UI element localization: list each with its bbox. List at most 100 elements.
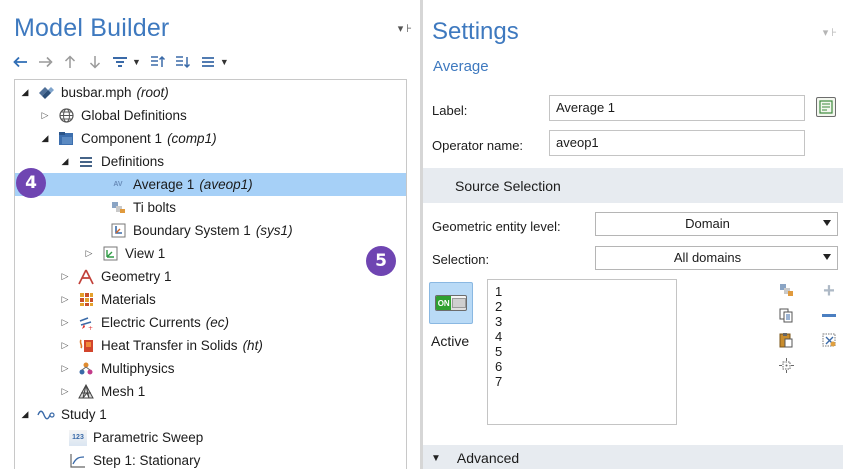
materials-icon <box>77 292 95 308</box>
expand-arrow-icon[interactable]: ▷ <box>59 363 71 374</box>
callout-badge-4: 4 <box>16 168 46 198</box>
collapse-arrow-icon[interactable]: ◢ <box>19 87 31 98</box>
copy-selection-icon[interactable] <box>778 307 794 323</box>
list-item[interactable]: 6 <box>495 359 676 374</box>
forward-arrow-icon[interactable] <box>37 53 53 71</box>
expand-all-icon[interactable] <box>150 53 166 71</box>
zoom-to-selection-icon[interactable] <box>778 357 794 373</box>
tree-node-label: Definitions <box>101 154 165 169</box>
root-icon <box>37 85 55 101</box>
expand-arrow-icon[interactable]: ▷ <box>59 386 71 397</box>
clear-selection-icon[interactable] <box>821 332 837 348</box>
geometry-icon <box>77 269 95 285</box>
callout-badge-5: 5 <box>366 246 396 276</box>
active-toggle-button[interactable]: ON <box>429 282 473 324</box>
on-switch-text: ON <box>436 296 452 310</box>
section-title: Advanced <box>456 450 520 466</box>
selection-list[interactable]: 1 2 3 4 5 6 7 <box>487 279 677 425</box>
list-item[interactable]: 5 <box>495 344 676 359</box>
view-options-icon[interactable] <box>200 53 216 71</box>
collapse-arrow-icon[interactable]: ◢ <box>59 156 71 167</box>
selection-select[interactable]: All domains <box>595 246 838 270</box>
active-label: Active <box>431 333 470 349</box>
tree-node-view-1[interactable]: ▷ View 1 <box>15 242 406 265</box>
label-field-input[interactable]: Average 1 <box>549 95 805 121</box>
tree-node-label: Mesh 1 <box>101 384 146 399</box>
collapse-arrow-icon[interactable]: ◢ <box>19 409 31 420</box>
back-arrow-icon[interactable] <box>12 53 28 71</box>
tree-node-component[interactable]: ◢ Component 1 (comp1) <box>15 127 406 150</box>
list-item[interactable]: 2 <box>495 299 676 314</box>
svg-text:+: + <box>88 325 93 331</box>
move-down-icon[interactable] <box>87 53 103 71</box>
expand-arrow-icon[interactable]: ▷ <box>59 271 71 282</box>
tree-node-materials[interactable]: ▷ Materials <box>15 288 406 311</box>
operator-name-input[interactable]: aveop1 <box>549 130 805 156</box>
list-item[interactable]: 7 <box>495 374 676 389</box>
tree-node-mesh[interactable]: ▷ Mesh 1 <box>15 380 406 403</box>
chevron-down-icon <box>823 254 831 260</box>
tree-node-label: busbar.mph <box>61 85 132 100</box>
expand-arrow-icon[interactable]: ▷ <box>59 317 71 328</box>
tree-node-geometry[interactable]: ▷ Geometry 1 <box>15 265 406 288</box>
model-tree: ◢ busbar.mph (root) ▷ Global Definitions… <box>14 79 407 469</box>
move-up-icon[interactable] <box>62 53 78 71</box>
list-item[interactable]: 1 <box>495 284 676 299</box>
create-selection-icon[interactable] <box>778 282 794 298</box>
paste-selection-icon[interactable] <box>778 332 794 348</box>
show-dropdown-arrow-icon[interactable]: ▼ <box>132 57 141 67</box>
tree-node-multiphysics[interactable]: ▷ Multiphysics <box>15 357 406 380</box>
edit-label-icon[interactable] <box>816 97 836 117</box>
section-title: Source Selection <box>455 177 561 194</box>
tree-node-global-definitions[interactable]: ▷ Global Definitions <box>15 104 406 127</box>
entity-level-select[interactable]: Domain <box>595 212 838 236</box>
list-item[interactable]: 4 <box>495 329 676 344</box>
tree-node-root[interactable]: ◢ busbar.mph (root) <box>15 81 406 104</box>
show-icon[interactable] <box>112 53 128 71</box>
list-item[interactable]: 3 <box>495 314 676 329</box>
settings-title: Settings <box>432 18 519 45</box>
view-icon <box>101 246 119 262</box>
entity-level-label: Geometric entity level: <box>432 219 561 234</box>
expand-arrow-icon[interactable]: ▷ <box>39 110 51 121</box>
tree-node-heat-transfer[interactable]: ▷ Heat Transfer in Solids (ht) <box>15 334 406 357</box>
pane-pin-icon[interactable]: ▾ ⊦ <box>823 26 837 39</box>
tree-node-boundary-system[interactable]: Boundary System 1 (sys1) <box>15 219 406 242</box>
add-to-selection-icon[interactable]: + <box>821 280 837 302</box>
tree-node-label: Geometry 1 <box>101 269 172 284</box>
tree-node-definitions[interactable]: ◢ Definitions <box>15 150 406 173</box>
electric-currents-icon: + <box>77 315 95 331</box>
view-dropdown-arrow-icon[interactable]: ▼ <box>220 57 229 67</box>
tree-node-study[interactable]: ◢ Study 1 <box>15 403 406 426</box>
tree-node-tag: (root) <box>136 85 169 100</box>
tree-node-label: Boundary System 1 <box>133 223 251 238</box>
tree-node-label: Component 1 <box>81 131 163 146</box>
tree-node-tag: (sys1) <box>255 223 293 238</box>
tree-node-step-stationary[interactable]: Step 1: Stationary <box>15 449 406 469</box>
study-icon <box>37 407 55 423</box>
remove-from-selection-icon[interactable] <box>821 308 837 324</box>
tree-node-tag: (comp1) <box>167 131 217 146</box>
tree-node-label: Multiphysics <box>101 361 175 376</box>
pane-pin-icon[interactable]: ▾ ⊦ <box>398 22 412 35</box>
advanced-section-header[interactable]: ▼ Advanced <box>423 445 843 469</box>
model-builder-toolbar: ▼ ▼ <box>12 52 229 72</box>
tree-node-average-1[interactable]: AV Average 1 (aveop1) <box>15 173 406 196</box>
selection-icon <box>109 200 127 216</box>
collapse-all-icon[interactable] <box>175 53 191 71</box>
tree-node-label: Ti bolts <box>133 200 177 215</box>
tree-node-ti-bolts[interactable]: Ti bolts <box>15 196 406 219</box>
mesh-icon <box>77 384 95 400</box>
tree-node-label: Study 1 <box>61 407 107 422</box>
expand-arrow-icon[interactable]: ▷ <box>59 340 71 351</box>
source-selection-section-header[interactable]: Source Selection <box>423 168 843 203</box>
label-field-label: Label: <box>432 103 468 118</box>
selection-value: All domains <box>673 250 742 265</box>
settings-pane: Settings ▾ ⊦ Average Label: Average 1 Op… <box>423 0 843 469</box>
coordinate-system-icon <box>109 223 127 239</box>
expand-arrow-icon[interactable]: ▷ <box>83 248 95 259</box>
tree-node-electric-currents[interactable]: ▷ + Electric Currents (ec) <box>15 311 406 334</box>
collapse-arrow-icon[interactable]: ◢ <box>39 133 51 144</box>
tree-node-parametric-sweep[interactable]: 123 Parametric Sweep <box>15 426 406 449</box>
expand-arrow-icon[interactable]: ▷ <box>59 294 71 305</box>
